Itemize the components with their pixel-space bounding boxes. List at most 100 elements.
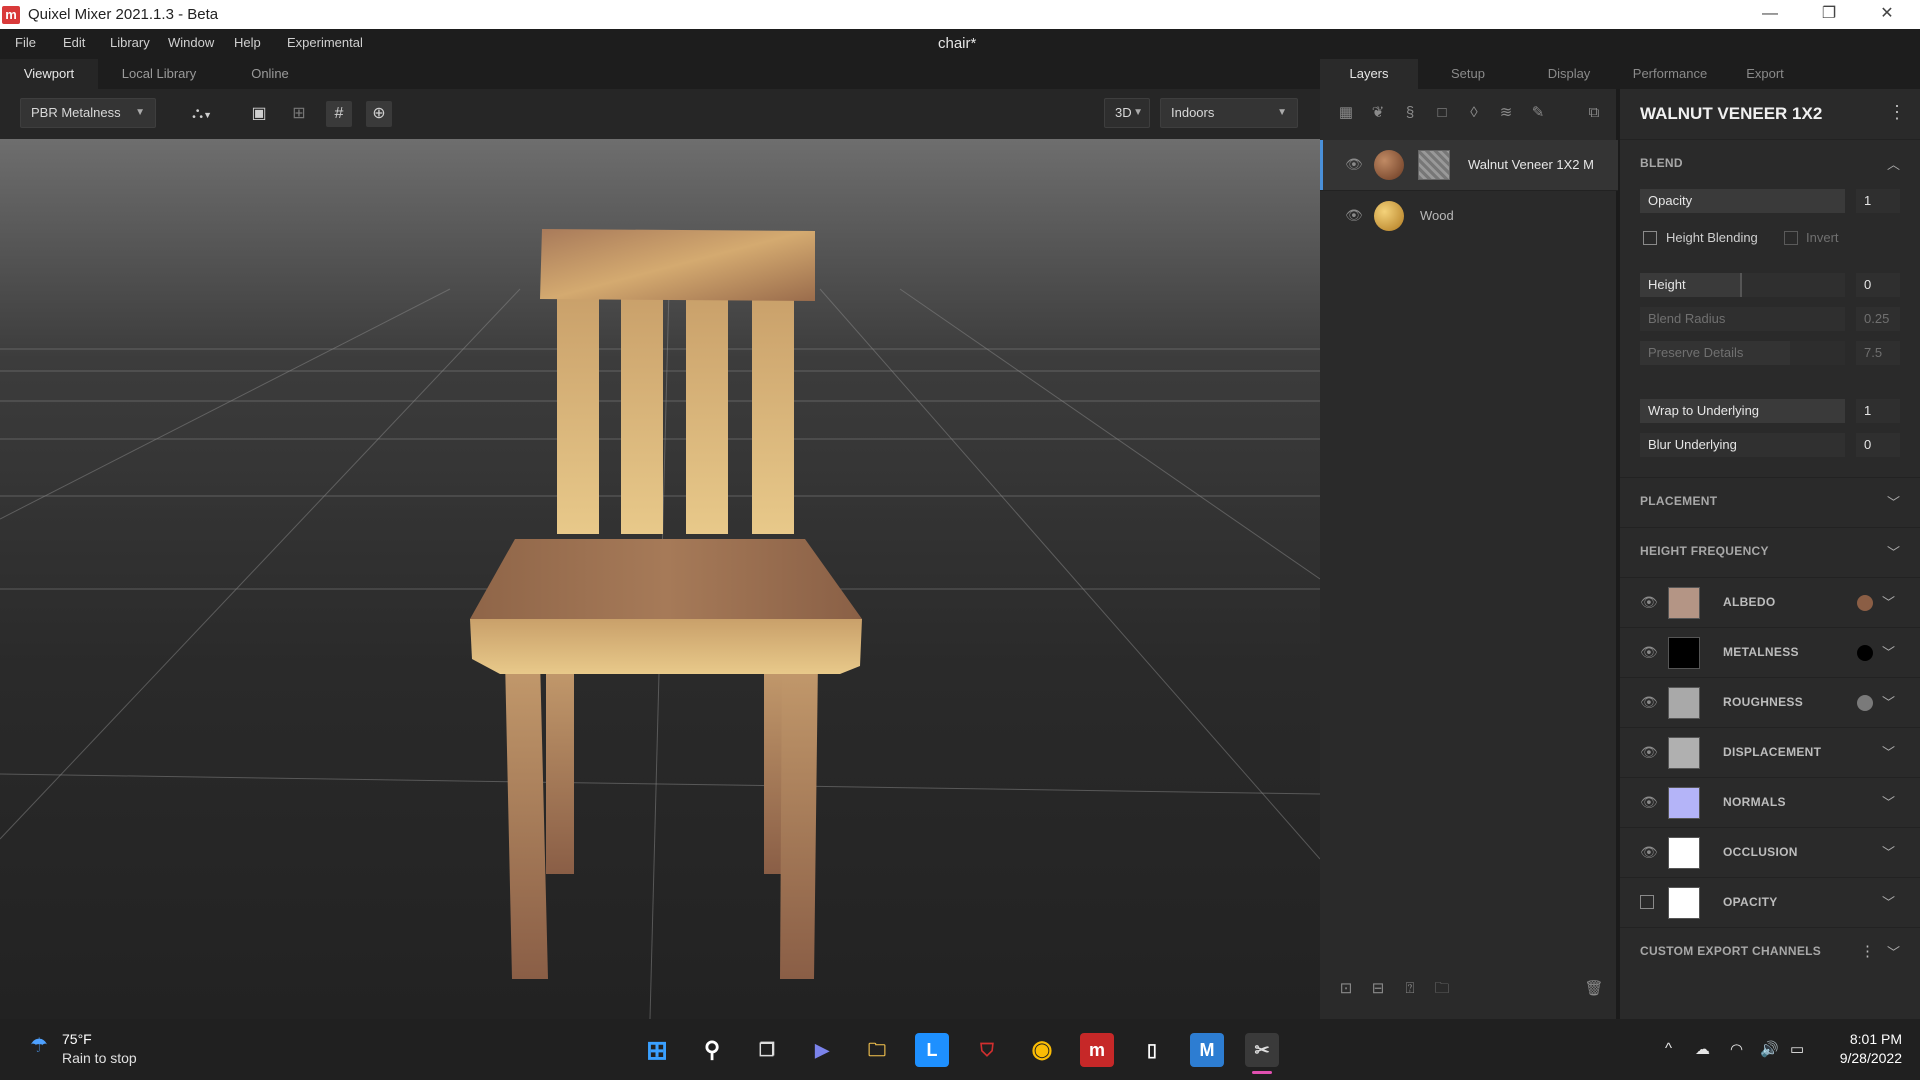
color-dot[interactable] bbox=[1857, 595, 1873, 611]
menu-library[interactable]: Library bbox=[110, 35, 150, 50]
wrap-value-input[interactable]: 1 bbox=[1856, 399, 1900, 423]
tab-setup[interactable]: Setup bbox=[1418, 59, 1518, 89]
tab-layers[interactable]: Layers bbox=[1320, 59, 1418, 89]
tab-display[interactable]: Display bbox=[1518, 59, 1620, 89]
eye-icon[interactable]: 👁 bbox=[1345, 156, 1363, 173]
grid-toggle-button[interactable]: # bbox=[326, 101, 352, 127]
opacity-value-input[interactable]: 1 bbox=[1856, 189, 1900, 213]
blend-section-header[interactable]: BLEND ︿ bbox=[1620, 139, 1920, 187]
layer-item-wood[interactable]: 👁 Wood bbox=[1320, 190, 1618, 240]
image-view-button[interactable]: ▣ bbox=[246, 101, 272, 127]
lighting-presets-button[interactable]: ⛬▼ bbox=[180, 101, 224, 127]
menu-help[interactable]: Help bbox=[234, 35, 261, 50]
eye-icon[interactable]: 👁 bbox=[1345, 207, 1363, 224]
eye-icon[interactable]: 👁 bbox=[1640, 694, 1658, 711]
height-frequency-section-header[interactable]: HEIGHT FREQUENCY ﹀ bbox=[1620, 527, 1920, 575]
metalness-swatch[interactable] bbox=[1668, 637, 1700, 669]
menu-window[interactable]: Window bbox=[168, 35, 214, 50]
color-dot[interactable] bbox=[1857, 645, 1873, 661]
notepad-icon[interactable]: ▯ bbox=[1135, 1033, 1169, 1067]
invert-checkbox[interactable] bbox=[1784, 231, 1798, 245]
placement-section-header[interactable]: PLACEMENT ﹀ bbox=[1620, 477, 1920, 525]
mcafee-icon[interactable]: ⛉ bbox=[970, 1033, 1004, 1067]
albedo-swatch[interactable] bbox=[1668, 587, 1700, 619]
eye-icon[interactable]: 👁 bbox=[1640, 594, 1658, 611]
displacement-swatch[interactable] bbox=[1668, 737, 1700, 769]
snipping-tool-icon[interactable]: ✂ bbox=[1245, 1033, 1279, 1067]
channel-occlusion[interactable]: 👁 OCCLUSION ﹀ bbox=[1620, 827, 1920, 877]
more-options-icon[interactable]: ⋮ bbox=[1860, 942, 1875, 960]
battery-icon[interactable]: ▭ bbox=[1790, 1040, 1804, 1058]
roughness-swatch[interactable] bbox=[1668, 687, 1700, 719]
close-icon[interactable]: ✕ bbox=[1864, 2, 1910, 26]
volume-icon[interactable]: 🔊 bbox=[1760, 1040, 1779, 1058]
eye-icon[interactable]: 👁 bbox=[1640, 744, 1658, 761]
opacity-swatch[interactable] bbox=[1668, 887, 1700, 919]
opacity-slider[interactable]: Opacity bbox=[1640, 189, 1845, 213]
tab-online[interactable]: Online bbox=[220, 59, 320, 89]
viewport-scene[interactable] bbox=[0, 139, 1320, 1019]
clock-date[interactable]: 9/28/2022 bbox=[1830, 1050, 1902, 1066]
blur-value-input[interactable]: 0 bbox=[1856, 433, 1900, 457]
search-icon[interactable]: ⚲ bbox=[695, 1033, 729, 1067]
normals-swatch[interactable] bbox=[1668, 787, 1700, 819]
custom-export-channels-header[interactable]: CUSTOM EXPORT CHANNELS ⋮ ﹀ bbox=[1620, 927, 1920, 975]
opacity-channel-checkbox[interactable] bbox=[1640, 895, 1654, 909]
m-app-icon[interactable]: M bbox=[1190, 1033, 1224, 1067]
add-mask-stack-icon[interactable]: ⊟ bbox=[1366, 977, 1390, 1001]
mask-thumbnail[interactable] bbox=[1418, 150, 1450, 180]
render-mode-dropdown[interactable]: PBR Metalness ▼ bbox=[20, 98, 156, 128]
eye-icon[interactable]: 👁 bbox=[1640, 794, 1658, 811]
layers-stack-icon[interactable]: ⧉ bbox=[1582, 101, 1606, 125]
wifi-icon[interactable]: ◠ bbox=[1730, 1040, 1743, 1058]
weather-desc[interactable]: Rain to stop bbox=[62, 1050, 137, 1066]
umbrella-icon[interactable]: ☂ bbox=[30, 1033, 48, 1058]
height-value-input[interactable]: 0 bbox=[1856, 273, 1900, 297]
menu-edit[interactable]: Edit bbox=[63, 35, 85, 50]
channel-roughness[interactable]: 👁 ROUGHNESS ﹀ bbox=[1620, 677, 1920, 727]
preserve-details-slider[interactable]: Preserve Details bbox=[1640, 341, 1790, 365]
menu-experimental[interactable]: Experimental bbox=[287, 35, 363, 50]
preserve-details-track[interactable] bbox=[1790, 341, 1845, 365]
preserve-details-value-input[interactable]: 7.5 bbox=[1856, 341, 1900, 365]
start-icon[interactable]: ⊞ bbox=[640, 1033, 674, 1067]
folder-icon[interactable]: 🗀 bbox=[1430, 977, 1454, 1001]
3d-viewport[interactable] bbox=[0, 139, 1320, 1019]
view-mode-dropdown[interactable]: 3D ▼ bbox=[1104, 98, 1150, 128]
tab-viewport[interactable]: Viewport bbox=[0, 59, 98, 89]
tile-view-button[interactable]: ⊞ bbox=[286, 101, 312, 127]
color-dot[interactable] bbox=[1857, 695, 1873, 711]
clock-time[interactable]: 8:01 PM bbox=[1840, 1031, 1902, 1047]
eye-icon[interactable]: 👁 bbox=[1640, 844, 1658, 861]
channel-normals[interactable]: 👁 NORMALS ﹀ bbox=[1620, 777, 1920, 827]
channel-opacity[interactable]: OPACITY ﹀ bbox=[1620, 877, 1920, 927]
height-slider[interactable]: Height bbox=[1640, 273, 1740, 297]
eye-icon[interactable]: 👁 bbox=[1640, 644, 1658, 661]
onedrive-icon[interactable]: ☁ bbox=[1695, 1040, 1710, 1058]
tab-local-library[interactable]: Local Library bbox=[98, 59, 220, 89]
add-atlas-layer-icon[interactable]: ❦ bbox=[1366, 101, 1390, 125]
blend-radius-slider[interactable]: Blend Radius bbox=[1640, 307, 1845, 331]
channel-albedo[interactable]: 👁 ALBEDO ﹀ bbox=[1620, 577, 1920, 627]
teams-meet-icon[interactable]: ▶ bbox=[805, 1033, 839, 1067]
tab-export[interactable]: Export bbox=[1720, 59, 1810, 89]
layer-item-walnut-veneer[interactable]: 👁 Walnut Veneer 1X2 M bbox=[1320, 140, 1618, 190]
menu-file[interactable]: File bbox=[15, 35, 36, 50]
blur-underlying-slider[interactable]: Blur Underlying bbox=[1640, 433, 1845, 457]
weather-temp[interactable]: 75°F bbox=[62, 1031, 92, 1047]
add-adjustment-icon[interactable]: ≋ bbox=[1494, 101, 1518, 125]
restore-icon[interactable]: ❐ bbox=[1806, 2, 1852, 26]
tab-performance[interactable]: Performance bbox=[1620, 59, 1720, 89]
chair-model[interactable] bbox=[470, 229, 862, 979]
new-mask-icon[interactable]: ⊡ bbox=[1334, 977, 1358, 1001]
channel-displacement[interactable]: 👁 DISPLACEMENT ﹀ bbox=[1620, 727, 1920, 777]
chrome-icon[interactable]: ◉ bbox=[1025, 1033, 1059, 1067]
trash-icon[interactable]: 🗑 bbox=[1582, 977, 1606, 1001]
smart-mask-icon[interactable]: ⍰ bbox=[1398, 977, 1422, 1001]
add-surface-layer-icon[interactable]: ▦ bbox=[1334, 101, 1358, 125]
l-app-icon[interactable]: L bbox=[915, 1033, 949, 1067]
blend-radius-value-input[interactable]: 0.25 bbox=[1856, 307, 1900, 331]
focus-target-button[interactable]: ⊕ bbox=[366, 101, 392, 127]
quixel-mixer-taskbar-icon[interactable]: m bbox=[1080, 1033, 1114, 1067]
wrap-to-underlying-slider[interactable]: Wrap to Underlying bbox=[1640, 399, 1845, 423]
